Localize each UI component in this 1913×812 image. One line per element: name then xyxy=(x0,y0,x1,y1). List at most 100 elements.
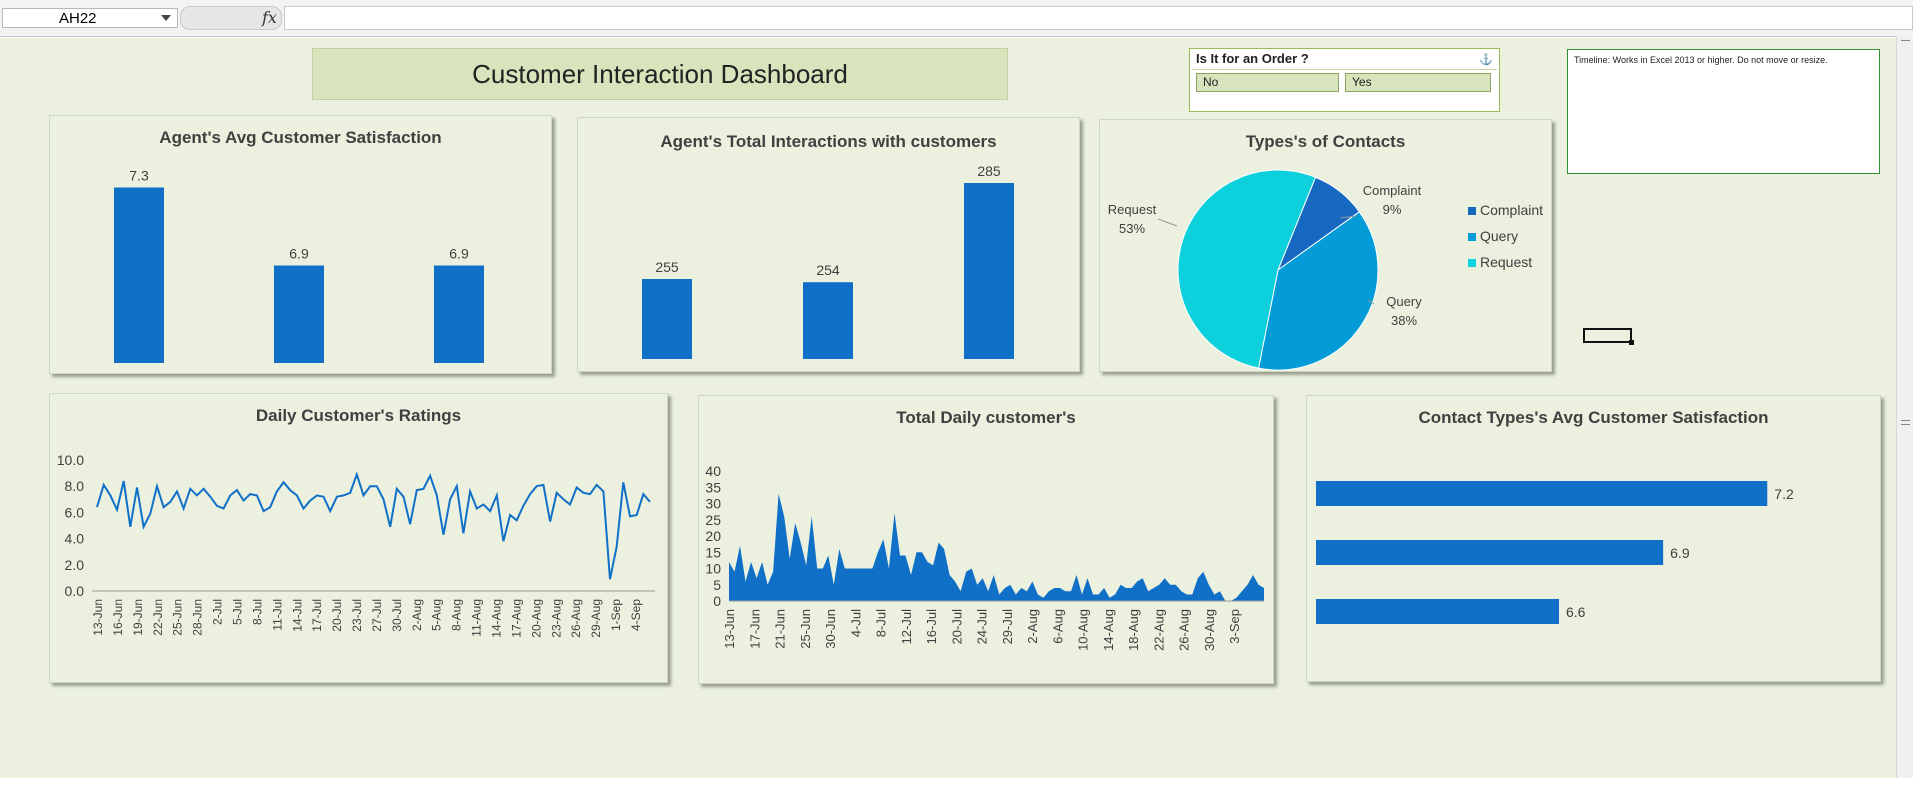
x-tick-label: 30-Aug xyxy=(1202,609,1217,651)
x-tick-label: 26-Aug xyxy=(1177,609,1192,651)
legend-label: Complaint xyxy=(1480,202,1543,218)
x-tick-label: 14-Aug xyxy=(490,599,504,638)
data-label: 6.6 xyxy=(1566,604,1586,620)
y-tick-label: 0.0 xyxy=(65,583,85,599)
x-tick-label: 28-Jun xyxy=(191,599,205,636)
x-tick-label: 17-Aug xyxy=(509,599,523,638)
agent-interactions-chart[interactable]: Agent's Total Interactions with customer… xyxy=(577,117,1080,372)
x-tick-label: 26-Aug xyxy=(569,599,583,638)
fx-icon[interactable]: fx xyxy=(262,8,277,27)
x-tick-label: 22-Jun xyxy=(151,599,165,636)
data-label-pct: 9% xyxy=(1383,202,1402,217)
agent-avg-satisfaction-chart[interactable]: Agent's Avg Customer Satisfaction 7.3 6.9… xyxy=(49,115,552,374)
bar xyxy=(274,265,324,363)
clear-filter-icon[interactable]: ⚓ xyxy=(1479,53,1493,66)
x-tick-label: 2-Aug xyxy=(410,599,424,631)
x-tick-label: 30-Jul xyxy=(390,599,404,632)
dashboard-title: Customer Interaction Dashboard xyxy=(312,48,1008,100)
x-tick-label: 17-Jul xyxy=(310,599,324,632)
x-tick-label: 5-Jul xyxy=(230,599,244,625)
x-tick-label: 2-Jul xyxy=(211,599,225,625)
x-tick-label: 29-Jul xyxy=(1000,609,1015,645)
data-label: 6.9 xyxy=(449,246,469,262)
sheet-bottom-area xyxy=(0,778,1913,812)
x-tick-label: 23-Jul xyxy=(350,599,364,632)
fill-handle[interactable] xyxy=(1629,340,1634,345)
timeline-text: Timeline: Works in Excel 2013 or higher.… xyxy=(1574,55,1828,65)
x-tick-label: 16-Jul xyxy=(924,609,939,645)
bar xyxy=(434,265,484,363)
y-tick-label: 15 xyxy=(705,544,721,560)
series-area xyxy=(729,493,1264,601)
data-label: 7.3 xyxy=(129,168,149,184)
x-tick-label: 27-Jul xyxy=(370,599,384,632)
bar xyxy=(964,183,1014,359)
x-tick-label: 6-Aug xyxy=(1050,609,1065,644)
legend-swatch xyxy=(1468,207,1476,215)
x-tick-label: 11-Jul xyxy=(270,599,284,631)
chart-plot: 255 254 285 xyxy=(642,163,1014,359)
x-tick-label: 24-Jul xyxy=(975,609,990,645)
contact-type-satisfaction-chart[interactable]: Contact Types's Avg Customer Satisfactio… xyxy=(1306,395,1881,682)
legend-swatch xyxy=(1468,259,1476,267)
y-tick-label: 8.0 xyxy=(65,478,85,494)
y-tick-label: 4.0 xyxy=(65,531,85,547)
total-daily-customers-chart[interactable]: Total Daily customer's 0 5 10 15 20 25 30 35 40 1… xyxy=(698,395,1274,684)
selected-cell[interactable] xyxy=(1583,328,1634,345)
slicer-item-yes[interactable]: Yes xyxy=(1345,73,1491,92)
data-label: 255 xyxy=(655,259,679,275)
x-tick-label: 3-Sep xyxy=(1227,609,1242,644)
x-tick-label: 22-Aug xyxy=(1151,609,1166,651)
x-tick-label: 25-Jun xyxy=(798,609,813,649)
chevron-down-icon[interactable] xyxy=(161,15,171,21)
data-label-pct: 53% xyxy=(1119,221,1145,236)
y-tick-label: 30 xyxy=(705,496,721,512)
data-label: 7.2 xyxy=(1774,486,1794,502)
chart-plot: 0510152025303540 13-Jun 17-Jun 21-Jun 25-Jun… xyxy=(705,463,1264,651)
x-tick-label: 20-Jul xyxy=(949,609,964,645)
data-label-name: Request xyxy=(1108,202,1157,217)
timeline-placeholder[interactable]: Timeline: Works in Excel 2013 or higher.… xyxy=(1567,49,1880,174)
leader-line xyxy=(1157,218,1178,227)
y-tick-label: 20 xyxy=(705,528,721,544)
legend-swatch xyxy=(1468,233,1476,241)
x-tick-label: 14-Aug xyxy=(1101,609,1116,651)
chart-plot: 7.2 6.9 6.6 xyxy=(1316,481,1794,624)
y-tick-label: 0 xyxy=(713,593,721,609)
x-tick-label: 17-Jun xyxy=(747,609,762,649)
contact-types-pie-chart[interactable]: Types's of Contacts Complaint 9% Query 38% R… xyxy=(1099,119,1552,372)
chart-plot: 0.0 2.0 4.0 6.0 8.0 10.0 13-Jun 16-Jun 19-Jun 22-… xyxy=(57,452,655,638)
y-tick-label: 2.0 xyxy=(65,557,85,573)
bar xyxy=(1316,481,1768,506)
x-tick-label: 2-Aug xyxy=(1025,609,1040,644)
y-tick-label: 5 xyxy=(713,577,721,593)
x-tick-label: 10-Aug xyxy=(1076,609,1091,651)
bar xyxy=(114,187,164,363)
x-tick-label: 8-Jul xyxy=(250,599,264,625)
slicer-title: Is It for an Order ? xyxy=(1196,51,1309,66)
x-tick-label: 5-Aug xyxy=(430,599,444,631)
bar xyxy=(642,279,692,359)
x-tick-label: 4-Sep xyxy=(629,599,643,631)
name-box[interactable]: AH22 xyxy=(2,8,178,28)
x-tick-label: 30-Jun xyxy=(823,609,838,649)
data-label-name: Query xyxy=(1386,294,1422,309)
chart-plot: 7.3 6.9 6.9 xyxy=(114,168,484,363)
daily-ratings-chart[interactable]: Daily Customer's Ratings 0.0 2.0 4.0 6.0 8.0… xyxy=(49,393,668,683)
formula-input[interactable] xyxy=(284,6,1913,30)
order-slicer[interactable]: Is It for an Order ? ⚓ No Yes xyxy=(1189,48,1500,112)
x-tick-label: 18-Aug xyxy=(1126,609,1141,651)
x-tick-label: 4-Jul xyxy=(848,609,863,637)
x-tick-label: 23-Aug xyxy=(549,599,563,638)
data-label: 285 xyxy=(977,163,1001,179)
x-tick-label: 21-Jun xyxy=(773,609,788,649)
x-tick-label: 14-Jul xyxy=(290,599,304,632)
name-box-value: AH22 xyxy=(59,10,97,27)
legend-label: Request xyxy=(1480,254,1532,270)
x-tick-label: 16-Jun xyxy=(111,599,125,636)
formula-bar: AH22 fx xyxy=(0,0,1913,37)
vertical-scrollbar[interactable] xyxy=(1896,36,1913,778)
x-tick-label: 8-Jul xyxy=(874,609,889,637)
y-tick-label: 10.0 xyxy=(57,452,84,468)
slicer-item-no[interactable]: No xyxy=(1196,73,1339,92)
